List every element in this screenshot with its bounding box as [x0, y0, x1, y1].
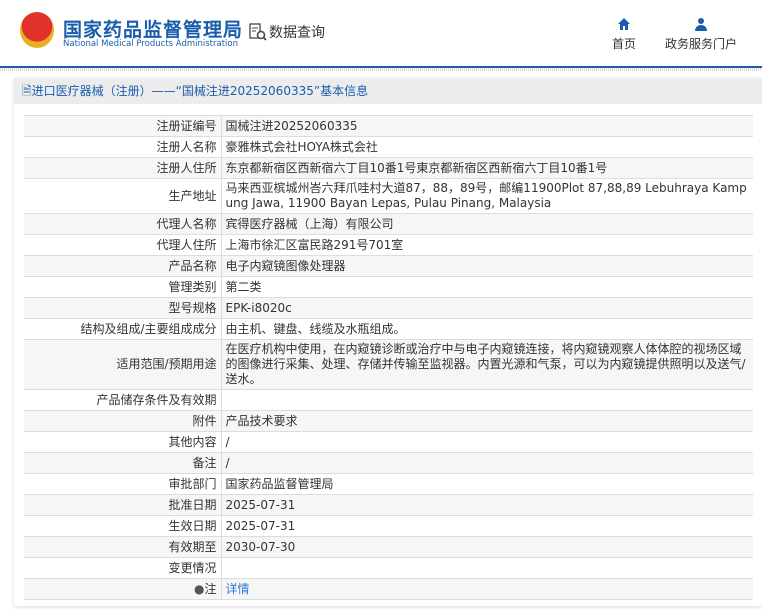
table-row: 产品储存条件及有效期 — [24, 389, 753, 411]
row-value: 东京都新宿区西新宿六丁目10番1号東京都新宿区西新宿六丁目10番1号 — [221, 157, 753, 179]
row-label: 注册证编号 — [24, 115, 222, 137]
row-label: 其他内容 — [24, 431, 222, 453]
panel-title-text: 进口医疗器械（注册）——“国械注进20252060335”基本信息 — [31, 84, 369, 98]
row-value: 2030-07-30 — [221, 536, 753, 558]
table-row: 注册人住所 东京都新宿区西新宿六丁目10番1号東京都新宿区西新宿六丁目10番1号 — [24, 157, 753, 179]
table-row: 变更情况 — [24, 557, 753, 579]
row-value: 电子内窥镜图像处理器 — [221, 255, 753, 277]
row-value: 国家药品监督管理局 — [221, 473, 753, 495]
row-value: 由主机、键盘、线缆及水瓶组成。 — [221, 318, 753, 340]
table-row: 生效日期 2025-07-31 — [24, 515, 753, 537]
logo-subtitle: National Medical Products Administration — [63, 39, 238, 49]
row-label: 批准日期 — [24, 494, 222, 516]
row-value: 第二类 — [221, 276, 753, 298]
table-row: 代理人名称 宾得医疗器械（上海）有限公司 — [24, 213, 753, 235]
row-label: 备注 — [24, 452, 222, 474]
row-value — [221, 389, 753, 411]
note-label: 注 — [204, 581, 217, 596]
row-label: 代理人住所 — [24, 234, 222, 256]
row-value: 上海市徐汇区富民路291号701室 — [221, 234, 753, 256]
nav-service-portal[interactable]: 政务服务门户 — [665, 17, 737, 52]
national-emblem-logo — [20, 12, 54, 48]
table-row: 附件 产品技术要求 — [24, 410, 753, 432]
table-row: 审批部门 国家药品监督管理局 — [24, 473, 753, 495]
document-icon: 🗎 — [22, 84, 32, 98]
header-divider-texture — [0, 68, 762, 71]
panel-title: 🗎进口医疗器械（注册）——“国械注进20252060335”基本信息 — [14, 78, 762, 104]
table-row: 结构及组成/主要组成成分 由主机、键盘、线缆及水瓶组成。 — [24, 318, 753, 340]
detail-table: 注册证编号 国械注进20252060335 注册人名称 豪雅株式会社HOYA株式会社注… — [24, 115, 753, 600]
document-search-icon — [249, 23, 267, 41]
row-value: / — [221, 452, 753, 474]
row-label: 代理人名称 — [24, 213, 222, 235]
table-row-note: ●注 详情 — [24, 578, 753, 600]
nav-home[interactable]: 首页 — [612, 17, 636, 52]
data-query-link[interactable]: 数据查询 — [249, 22, 325, 42]
nav-service-portal-label: 政务服务门户 — [665, 37, 738, 51]
table-row: 有效期至 2030-07-30 — [24, 536, 753, 558]
table-row: 型号规格 EPK-i8020c — [24, 297, 753, 319]
row-value: 宾得医疗器械（上海）有限公司 — [221, 213, 753, 235]
details-link[interactable]: 详情 — [226, 582, 250, 596]
home-icon — [618, 18, 630, 30]
row-value: / — [221, 431, 753, 453]
row-value: 2025-07-31 — [221, 494, 753, 516]
logo-title[interactable]: 国家药品监督管理局 — [63, 15, 243, 42]
row-label: 注册人名称 — [24, 136, 222, 158]
row-value: 豪雅株式会社HOYA株式会社 — [221, 136, 753, 158]
row-label: 型号规格 — [24, 297, 222, 319]
nav-home-label: 首页 — [612, 37, 637, 51]
row-label: 附件 — [24, 410, 222, 432]
detail-panel: 🗎进口医疗器械（注册）——“国械注进20252060335”基本信息 注册证编号… — [14, 78, 762, 606]
table-row: 适用范围/预期用途 在医疗机构中使用，在内窥镜诊断或治疗中与电子内窥镜连接，将内窥… — [24, 339, 753, 390]
row-value: 详情 — [221, 578, 753, 600]
table-row: 批准日期 2025-07-31 — [24, 494, 753, 516]
row-value: 产品技术要求 — [221, 410, 753, 432]
data-query-label: 数据查询 — [269, 25, 325, 41]
row-label: 管理类别 — [24, 276, 222, 298]
row-value: 国械注进20252060335 — [221, 115, 753, 137]
table-row: 备注 / — [24, 452, 753, 474]
table-row: 注册人名称 豪雅株式会社HOYA株式会社 — [24, 136, 753, 158]
row-label: 生效日期 — [24, 515, 222, 537]
row-value: 在医疗机构中使用，在内窥镜诊断或治疗中与电子内窥镜连接，将内窥镜观察人体体腔的视… — [221, 339, 753, 390]
row-label: 生产地址 — [24, 178, 222, 214]
row-label: 产品储存条件及有效期 — [24, 389, 222, 411]
row-label: 审批部门 — [24, 473, 222, 495]
row-label: 结构及组成/主要组成成分 — [24, 318, 222, 340]
row-label: 适用范围/预期用途 — [24, 339, 222, 390]
user-icon — [695, 18, 707, 31]
row-label: ●注 — [24, 578, 222, 600]
row-label: 有效期至 — [24, 536, 222, 558]
row-label: 变更情况 — [24, 557, 222, 579]
pin-icon: ● — [194, 581, 205, 596]
row-value — [221, 557, 753, 579]
row-label: 产品名称 — [24, 255, 222, 277]
table-row: 管理类别 第二类 — [24, 276, 753, 298]
row-value: 马来西亚槟城州峇六拜爪哇村大道87，88，89号，邮编11900Plot 87,… — [221, 178, 753, 214]
row-value: 2025-07-31 — [221, 515, 753, 537]
table-row: 产品名称 电子内窥镜图像处理器 — [24, 255, 753, 277]
row-value: EPK-i8020c — [221, 297, 753, 319]
table-row: 注册证编号 国械注进20252060335 — [24, 115, 753, 137]
table-row: 生产地址 马来西亚槟城州峇六拜爪哇村大道87，88，89号，邮编11900Plot… — [24, 178, 753, 214]
table-row: 其他内容 / — [24, 431, 753, 453]
table-row: 代理人住所 上海市徐汇区富民路291号701室 — [24, 234, 753, 256]
site-header: 国家药品监督管理局 National Medical Products Admi… — [0, 0, 762, 66]
row-label: 注册人住所 — [24, 157, 222, 179]
